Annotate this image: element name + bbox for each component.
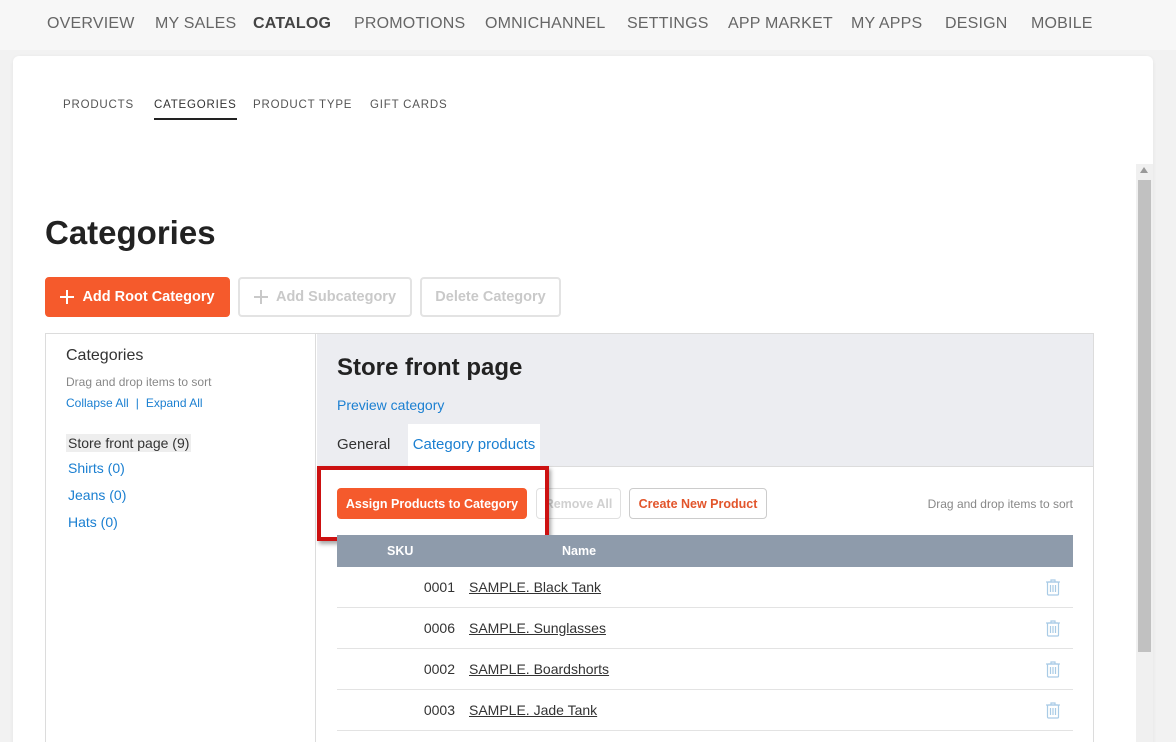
- table-row[interactable]: 0006 SAMPLE. Sunglasses: [337, 608, 1073, 649]
- add-subcategory-label: Add Subcategory: [275, 289, 397, 305]
- collapse-all-link[interactable]: Collapse All: [66, 396, 129, 410]
- column-header-sku: SKU: [387, 544, 414, 558]
- nav-my-apps[interactable]: MY APPS: [851, 15, 922, 33]
- assign-products-button[interactable]: Assign Products to Category: [337, 488, 527, 519]
- row-sku: 0003: [423, 702, 455, 718]
- expand-all-link[interactable]: Expand All: [146, 396, 203, 410]
- detail-header: Store front page Preview category Genera…: [317, 334, 1093, 468]
- products-table: SKU Name 0001 SAMPLE. Black Tank 0006 SA…: [337, 535, 1073, 731]
- add-subcategory-button[interactable]: Add Subcategory: [238, 277, 412, 317]
- nav-my-sales[interactable]: MY SALES: [155, 15, 236, 33]
- nav-catalog[interactable]: CATALOG: [253, 15, 331, 33]
- plus-icon: [253, 290, 268, 304]
- nav-app-market[interactable]: APP MARKET: [728, 15, 833, 33]
- add-root-category-label: Add Root Category: [82, 289, 215, 305]
- tree-item-jeans[interactable]: Jeans (0): [66, 486, 128, 504]
- tab-product-type[interactable]: PRODUCT TYPE: [253, 99, 352, 111]
- drag-hint: Drag and drop items to sort: [927, 497, 1073, 511]
- nav-settings[interactable]: SETTINGS: [627, 15, 709, 33]
- tree-item-store-front-page[interactable]: Store front page (9): [66, 434, 192, 452]
- tab-gift-cards[interactable]: GIFT CARDS: [370, 99, 447, 111]
- category-title: Store front page: [337, 354, 523, 381]
- table-row[interactable]: 0001 SAMPLE. Black Tank: [337, 567, 1073, 608]
- trash-icon[interactable]: [1045, 660, 1061, 678]
- nav-promotions[interactable]: PROMOTIONS: [354, 15, 465, 33]
- main-card: PRODUCTS CATEGORIES PRODUCT TYPE GIFT CA…: [13, 56, 1153, 742]
- page-title: Categories: [45, 214, 216, 251]
- nav-overview[interactable]: OVERVIEW: [47, 15, 135, 33]
- column-header-name: Name: [562, 544, 597, 558]
- nav-mobile[interactable]: MOBILE: [1031, 15, 1093, 33]
- scroll-up-arrow-icon[interactable]: [1140, 167, 1148, 173]
- tree-title: Categories: [66, 347, 144, 364]
- row-sku: 0002: [423, 661, 455, 677]
- table-row[interactable]: 0003 SAMPLE. Jade Tank: [337, 690, 1073, 731]
- table-header: SKU Name: [337, 535, 1073, 567]
- add-root-category-button[interactable]: Add Root Category: [45, 277, 230, 317]
- product-link[interactable]: SAMPLE. Jade Tank: [469, 702, 597, 718]
- trash-icon[interactable]: [1045, 701, 1061, 719]
- product-link[interactable]: SAMPLE. Black Tank: [469, 579, 601, 595]
- nav-omnichannel[interactable]: OMNICHANNEL: [485, 15, 605, 33]
- trash-icon[interactable]: [1045, 619, 1061, 637]
- tree-hint: Drag and drop items to sort: [66, 375, 212, 389]
- trash-icon[interactable]: [1045, 578, 1061, 596]
- delete-category-button[interactable]: Delete Category: [420, 277, 561, 317]
- category-tree-panel: Categories Drag and drop items to sort C…: [46, 334, 316, 742]
- tab-category-products[interactable]: Category products: [408, 424, 540, 468]
- row-sku: 0001: [423, 579, 455, 595]
- category-editor: Categories Drag and drop items to sort C…: [45, 333, 1094, 742]
- tab-categories[interactable]: CATEGORIES: [154, 99, 237, 120]
- remove-all-button[interactable]: Remove All: [536, 488, 621, 519]
- create-new-product-button[interactable]: Create New Product: [629, 488, 767, 519]
- tree-item-shirts[interactable]: Shirts (0): [66, 459, 127, 477]
- table-row[interactable]: 0002 SAMPLE. Boardshorts: [337, 649, 1073, 690]
- product-link[interactable]: SAMPLE. Boardshorts: [469, 661, 609, 677]
- link-separator: |: [135, 396, 139, 410]
- tab-general[interactable]: General: [337, 424, 390, 467]
- tree-item-hats[interactable]: Hats (0): [66, 513, 120, 531]
- delete-category-label: Delete Category: [435, 289, 546, 305]
- scrollbar[interactable]: [1136, 164, 1153, 742]
- preview-category-link[interactable]: Preview category: [337, 397, 444, 413]
- tab-products[interactable]: PRODUCTS: [63, 99, 134, 111]
- category-detail-panel: Store front page Preview category Genera…: [317, 334, 1093, 742]
- scroll-thumb[interactable]: [1138, 180, 1151, 652]
- top-navigation: OVERVIEW MY SALES CATALOG PROMOTIONS OMN…: [0, 0, 1176, 50]
- tree-links: Collapse All | Expand All: [66, 396, 203, 410]
- row-sku: 0006: [423, 620, 455, 636]
- product-link[interactable]: SAMPLE. Sunglasses: [469, 620, 606, 636]
- nav-design[interactable]: DESIGN: [945, 15, 1008, 33]
- plus-icon: [60, 290, 75, 304]
